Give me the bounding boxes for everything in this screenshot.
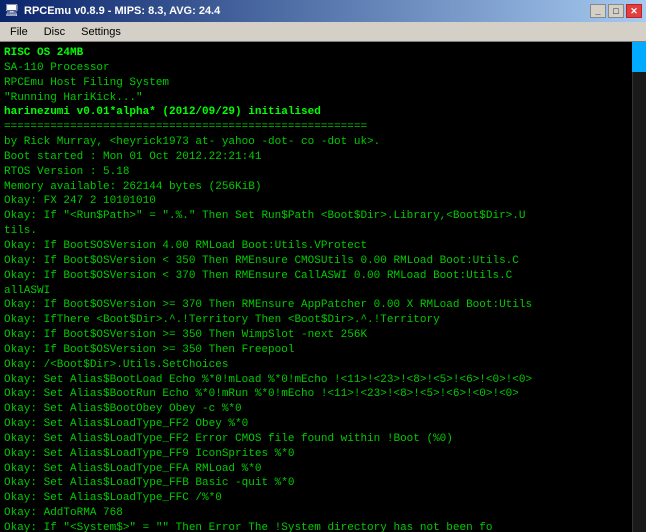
terminal-line: Okay: If "<System$>" = "" Then Error The…: [4, 521, 642, 532]
terminal-line: Okay: If "<Run$Path>" = ".%." Then Set R…: [4, 209, 642, 224]
terminal-line: Okay: /<Boot$Dir>.Utils.SetChoices: [4, 358, 642, 373]
terminal-line: SA-110 Processor: [4, 61, 642, 76]
terminal-line: Okay: AddToRMA 768: [4, 506, 642, 521]
terminal-line: Okay: If Boot$OSVersion >= 370 Then RMEn…: [4, 298, 642, 313]
maximize-button[interactable]: □: [608, 4, 624, 18]
terminal-window: RISC OS 24MB SA-110 Processor RPCEmu Hos…: [0, 42, 646, 532]
menu-disc[interactable]: Disc: [36, 24, 73, 40]
terminal-line: tils.: [4, 224, 642, 239]
terminal-line: "Running HariKick...": [4, 91, 642, 106]
terminal-line: Okay: Set Alias$BootObey Obey -c %*0: [4, 402, 642, 417]
terminal-line: Okay: Set Alias$LoadType_FFB Basic -quit…: [4, 476, 642, 491]
menu-file[interactable]: File: [2, 24, 36, 40]
terminal-line: Okay: If Boot$OSVersion >= 350 Then Wimp…: [4, 328, 642, 343]
terminal-line: Okay: If Boot$OSVersion < 370 Then RMEns…: [4, 269, 642, 284]
minimize-button[interactable]: _: [590, 4, 606, 18]
terminal-line: by Rick Murray, <heyrick1973 at- yahoo -…: [4, 135, 642, 150]
terminal-line: Memory available: 262144 bytes (256KiB): [4, 180, 642, 195]
menu-bar: File Disc Settings: [0, 22, 646, 42]
title-controls: _ □ ✕: [590, 4, 642, 18]
terminal-line: Okay: Set Alias$LoadType_FFA RMLoad %*0: [4, 462, 642, 477]
terminal-line: Okay: If Boot$OSVersion >= 350 Then Free…: [4, 343, 642, 358]
menu-settings[interactable]: Settings: [73, 24, 129, 40]
app-icon: 🖥: [4, 3, 20, 19]
title-bar: 🖥 RPCEmu v0.8.9 - MIPS: 8.3, AVG: 24.4 _…: [0, 0, 646, 22]
terminal-line: Okay: If Boot$OSVersion < 350 Then RMEns…: [4, 254, 642, 269]
terminal-line: RPCEmu Host Filing System: [4, 76, 642, 91]
terminal-line: Okay: Set Alias$LoadType_FF2 Obey %*0: [4, 417, 642, 432]
terminal-line: ========================================…: [4, 120, 642, 135]
terminal-output: RISC OS 24MB SA-110 Processor RPCEmu Hos…: [4, 46, 642, 532]
terminal-line: Okay: Set Alias$LoadType_FFC /%*0: [4, 491, 642, 506]
terminal-line: allASWI: [4, 284, 642, 299]
title-bar-left: 🖥 RPCEmu v0.8.9 - MIPS: 8.3, AVG: 24.4: [4, 3, 220, 19]
terminal-line: RTOS Version : 5.18: [4, 165, 642, 180]
terminal-line: Okay: FX 247 2 10101010: [4, 194, 642, 209]
scrollbar-thumb[interactable]: [632, 42, 646, 72]
window-title: RPCEmu v0.8.9 - MIPS: 8.3, AVG: 24.4: [24, 5, 220, 17]
terminal-line: Okay: If BootSOSVersion 4.00 RMLoad Boot…: [4, 239, 642, 254]
terminal-line: Okay: IfThere <Boot$Dir>.^.!Territory Th…: [4, 313, 642, 328]
terminal-line: harinezumi v0.01*alpha* (2012/09/29) ini…: [4, 105, 642, 120]
terminal-line: Okay: Set Alias$LoadType_FF9 IconSprites…: [4, 447, 642, 462]
terminal-line: Okay: Set Alias$BootLoad Echo %*0!mLoad …: [4, 373, 642, 388]
terminal-line: Boot started : Mon 01 Oct 2012.22:21:41: [4, 150, 642, 165]
terminal-line: Okay: Set Alias$LoadType_FF2 Error CMOS …: [4, 432, 642, 447]
terminal-line: RISC OS 24MB: [4, 46, 642, 61]
close-button[interactable]: ✕: [626, 4, 642, 18]
terminal-line: Okay: Set Alias$BootRun Echo %*0!mRun %*…: [4, 387, 642, 402]
scrollbar[interactable]: [632, 42, 646, 532]
